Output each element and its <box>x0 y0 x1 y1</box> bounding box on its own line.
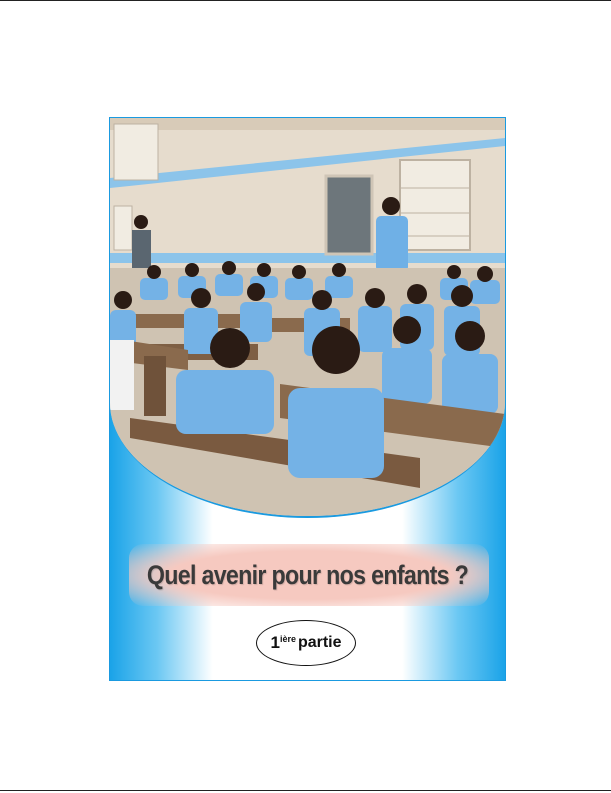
part-number: 1 <box>270 633 280 652</box>
classroom-photo <box>110 118 505 518</box>
bottom-rule <box>0 790 611 791</box>
cover-title: Quel avenir pour nos enfants ? <box>146 560 469 590</box>
classroom-illustration <box>110 118 505 516</box>
book-cover: Quel avenir pour nos enfants ? 1 ière part… <box>109 117 506 681</box>
top-rule <box>0 0 611 1</box>
part-word: partie <box>297 634 342 651</box>
part-superscript: ière <box>279 634 296 644</box>
page: Quel avenir pour nos enfants ? 1 ière part… <box>0 0 611 793</box>
part-badge: 1 ière partie <box>256 620 356 666</box>
